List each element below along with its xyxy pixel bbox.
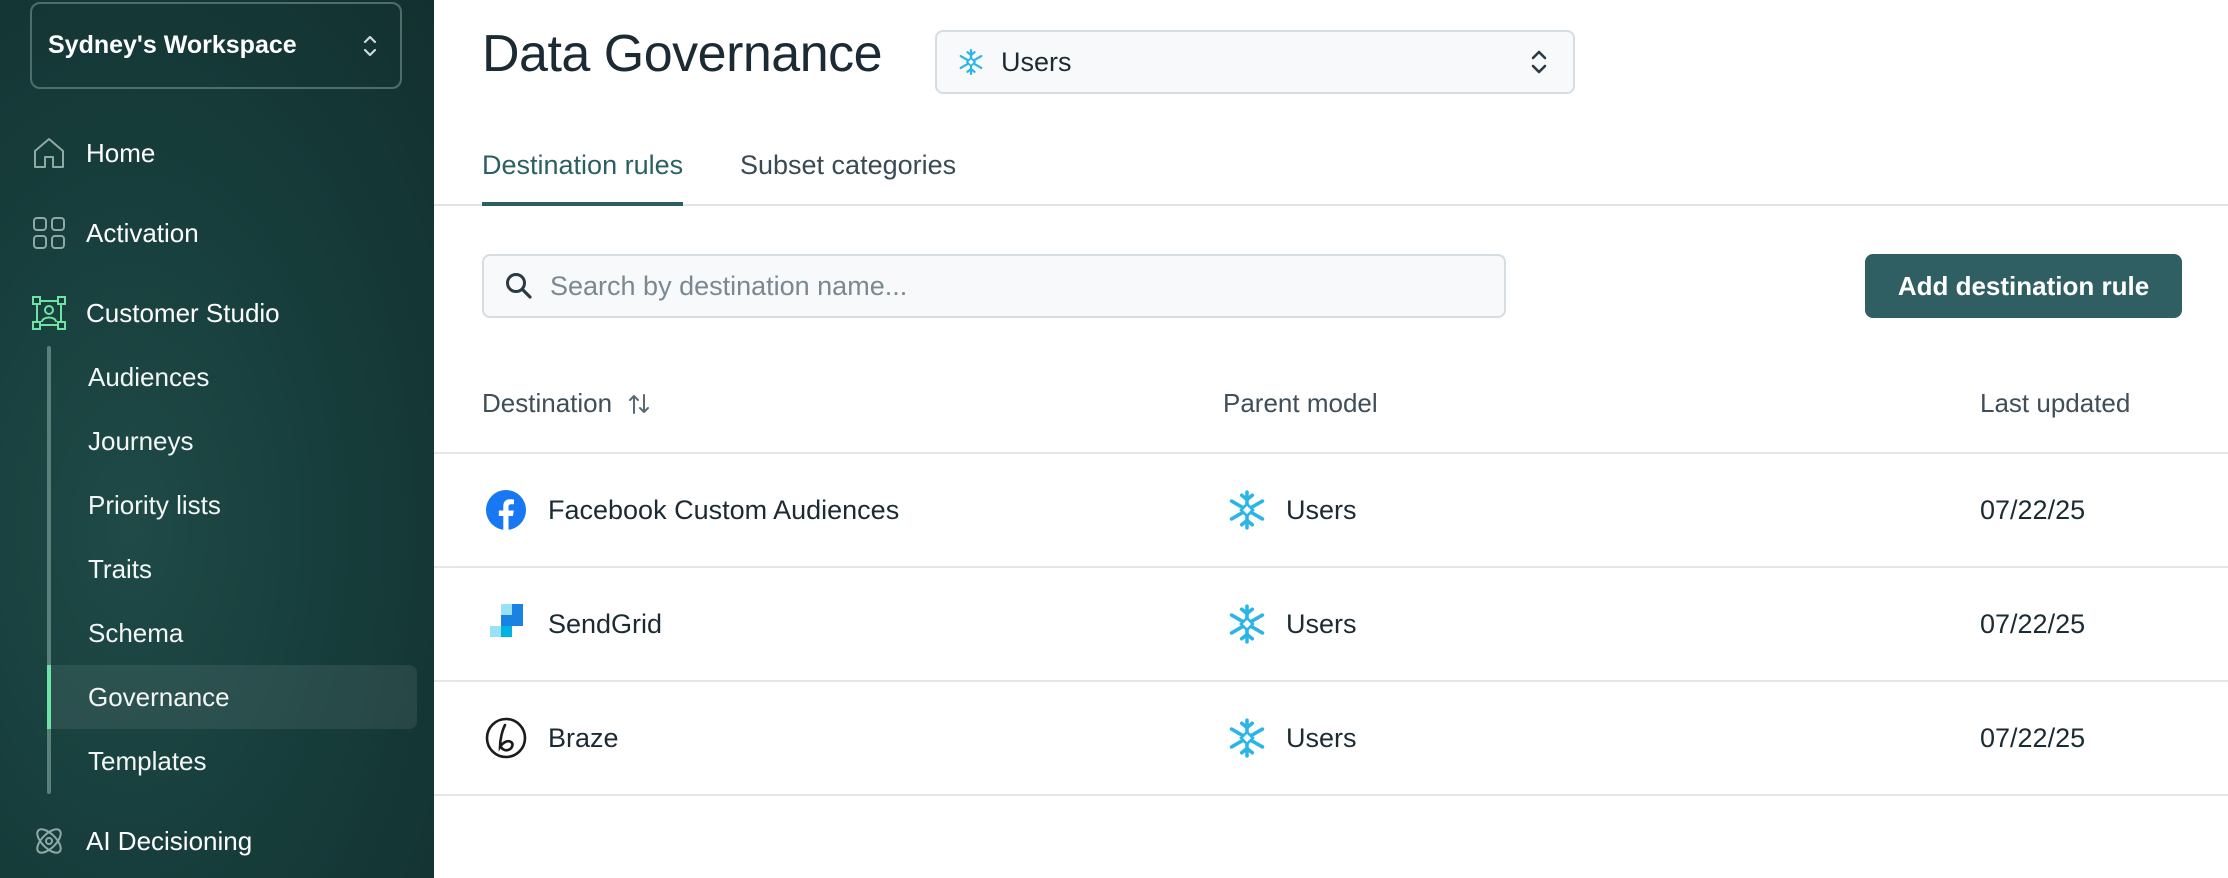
nav-customer-studio[interactable]: Customer Studio [30,288,280,338]
add-destination-rule-button[interactable]: Add destination rule [1865,254,2182,318]
parent-model-cell: Users [1226,568,1357,680]
column-header-last-updated: Last updated [1980,388,2131,418]
tab-bar: Destination rules Subset categories [434,140,2228,206]
chevron-up-down-icon [363,35,377,56]
atom-icon [30,822,68,860]
destination-cell: Facebook Custom Audiences [484,454,899,566]
search-box [482,254,1506,318]
parent-model-cell: Users [1226,682,1357,794]
tab-destination-rules[interactable]: Destination rules [482,150,684,206]
destination-name: Braze [548,722,619,753]
nav-home-label: Home [86,137,156,168]
snowflake-icon [959,48,983,76]
column-header-destination: Destination [482,388,652,419]
column-header-destination-label: Destination [482,388,613,418]
destination-cell: Braze [484,682,619,794]
column-header-parent-model: Parent model [1223,388,1378,418]
last-updated-cell: 07/22/25 [1980,608,2086,639]
snowflake-icon [1229,490,1265,530]
home-icon [30,134,68,172]
snowflake-icon [1229,718,1265,758]
nav-customer-studio-label: Customer Studio [86,297,280,328]
destination-name: SendGrid [548,608,663,639]
nav-home[interactable]: Home [30,128,155,178]
chevron-up-down-icon [1531,50,1547,74]
workspace-name: Sydney's Workspace [48,31,297,59]
subnav-schema[interactable]: Schema [47,601,417,665]
subnav-templates[interactable]: Templates [47,729,417,793]
parent-model-name: Users [1286,608,1357,639]
sendgrid-icon [484,602,528,646]
nav-activation[interactable]: Activation [30,208,199,258]
nav-ai-decisioning-label: AI Decisioning [86,825,253,856]
parent-model-cell: Users [1226,454,1357,566]
nav-activation-label: Activation [86,217,199,248]
facebook-icon [484,488,528,532]
workspace-switcher[interactable]: Sydney's Workspace [30,2,402,89]
table-row[interactable]: Facebook Custom Audiences Users 07/22/25 [434,454,2228,568]
main-content: Data Governance Users Destination rules … [434,0,2228,878]
table-header: Destination Parent model Last updated [434,370,2228,454]
search-icon [506,273,532,299]
sort-icon[interactable] [626,391,652,417]
subnav-audiences[interactable]: Audiences [47,345,417,409]
subnav-priority-lists[interactable]: Priority lists [47,473,417,537]
customer-studio-icon [30,294,68,332]
parent-model-select-value: Users [1001,46,1072,77]
tab-subset-categories[interactable]: Subset categories [740,150,956,206]
table-row[interactable]: SendGrid Users 07/22/25 [434,568,2228,682]
parent-model-name: Users [1286,722,1357,753]
last-updated-cell: 07/22/25 [1980,722,2086,753]
grid-icon [30,214,68,252]
table-row[interactable]: Braze Users 07/22/25 [434,682,2228,796]
braze-icon [484,716,528,760]
sidebar: Sydney's Workspace Home Activation Custo… [0,0,434,878]
subnav-journeys[interactable]: Journeys [47,409,417,473]
parent-model-name: Users [1286,494,1357,525]
last-updated-cell: 07/22/25 [1980,494,2086,525]
destination-name: Facebook Custom Audiences [548,494,900,525]
subnav-governance[interactable]: Governance [47,665,417,729]
app-root: Sydney's Workspace Home Activation Custo… [0,0,2228,878]
parent-model-select[interactable]: Users [935,30,1575,94]
nav-ai-decisioning[interactable]: AI Decisioning [30,816,252,866]
snowflake-icon [1229,604,1265,644]
destination-cell: SendGrid [484,568,662,680]
page-title: Data Governance [482,25,883,83]
subnav-traits[interactable]: Traits [47,537,417,601]
search-input[interactable] [550,270,1490,302]
